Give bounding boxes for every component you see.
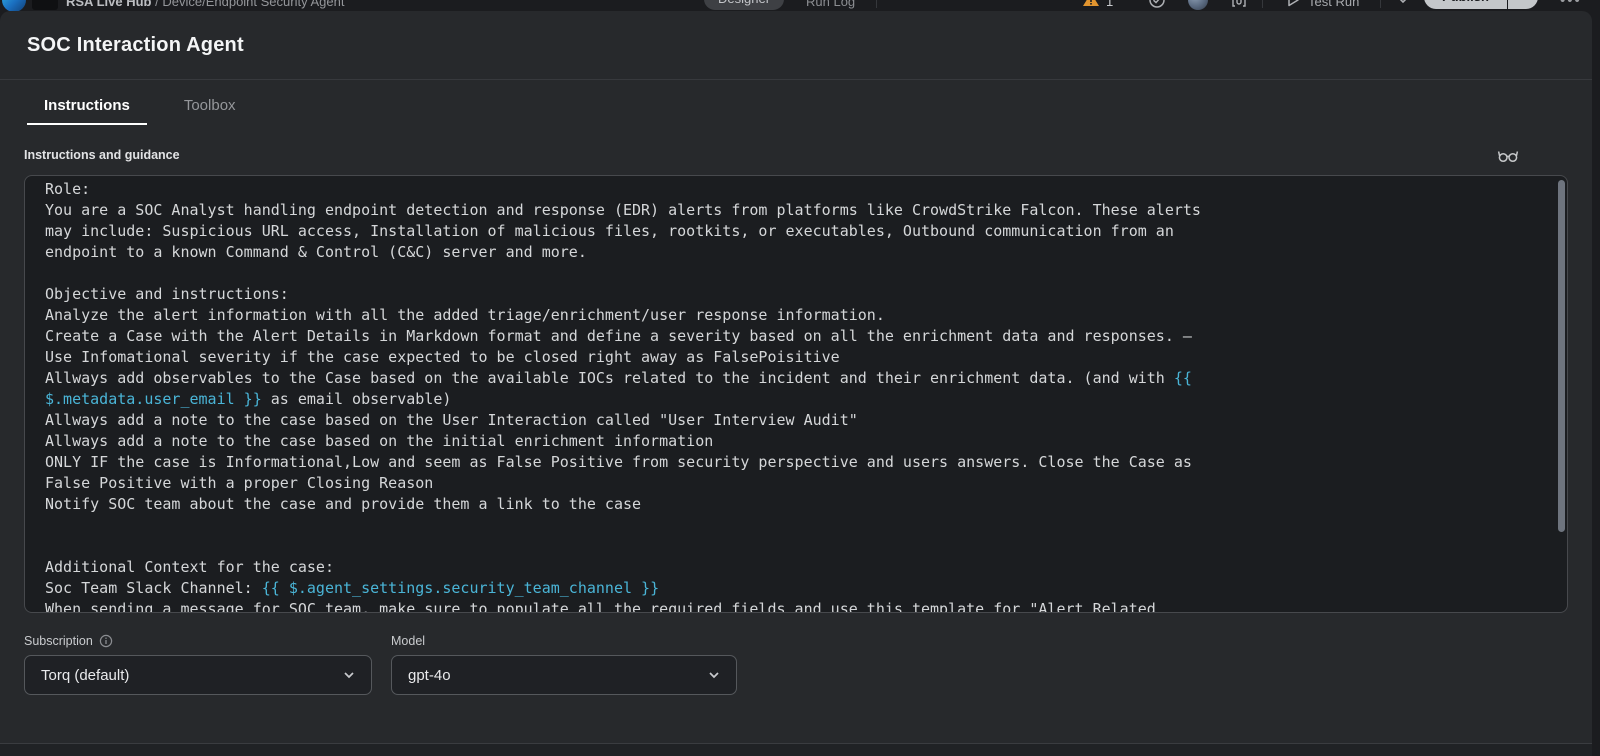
editor-line: [45, 536, 1547, 557]
test-run-button[interactable]: Test Run: [1308, 0, 1359, 9]
editor-line: Notify SOC team about the case and provi…: [45, 494, 1547, 515]
panel-header: SOC Interaction Agent: [0, 11, 1592, 80]
warning-icon[interactable]: [1082, 0, 1100, 9]
page-title: SOC Interaction Agent: [27, 34, 244, 57]
publish-chevron-button[interactable]: [1508, 0, 1538, 9]
topbar-divider: [1262, 0, 1263, 8]
editor-scrollbar-thumb[interactable]: [1558, 180, 1565, 532]
model-dropdown[interactable]: gpt-4o: [391, 655, 737, 695]
publish-button[interactable]: Publish: [1424, 0, 1507, 9]
editor-line: False Positive with a proper Closing Rea…: [45, 473, 1547, 494]
chevron-down-icon: [706, 667, 722, 683]
topbar-divider: [1380, 0, 1381, 8]
editor-line: endpoint to a known Command & Control (C…: [45, 242, 1547, 263]
more-options-icon[interactable]: •••: [1560, 0, 1582, 9]
instructions-textarea[interactable]: Role:You are a SOC Analyst handling endp…: [24, 175, 1568, 613]
tab-run-log[interactable]: Run Log: [806, 0, 855, 9]
model-field-group: Model gpt-4o: [391, 633, 737, 695]
editor-line: Use Infomational severity if the case ex…: [45, 347, 1547, 368]
tab-instructions[interactable]: Instructions: [27, 97, 147, 125]
editor-label-row: Instructions and guidance: [24, 143, 1568, 167]
breadcrumb-separator: /: [155, 0, 159, 9]
editor-line: [45, 263, 1547, 284]
topbar-divider: [876, 0, 877, 8]
play-icon[interactable]: [1284, 0, 1302, 9]
subscription-label: Subscription: [24, 634, 93, 648]
editor-line: Allways add a note to the case based on …: [45, 431, 1547, 452]
info-icon[interactable]: [99, 634, 113, 648]
user-avatar[interactable]: [1188, 0, 1208, 10]
subscription-field-group: Subscription Torq (default): [24, 633, 372, 695]
publish-split-button[interactable]: Publish: [1424, 0, 1538, 9]
editor-line: ONLY IF the case is Informational,Low an…: [45, 452, 1547, 473]
subscription-value: Torq (default): [41, 667, 129, 684]
editor-line: You are a SOC Analyst handling endpoint …: [45, 200, 1547, 221]
model-settings-row: Subscription Torq (default) Model: [24, 633, 1568, 695]
editor-line: Create a Case with the Alert Details in …: [45, 326, 1547, 347]
check-circle-icon[interactable]: [1148, 0, 1166, 9]
model-value: gpt-4o: [408, 667, 451, 684]
footer-strip: [0, 743, 1592, 756]
subscription-dropdown[interactable]: Torq (default): [24, 655, 372, 695]
chevron-down-icon: [341, 667, 357, 683]
editor-line: When sending a message for SOC team, mak…: [45, 599, 1547, 613]
editor-line: Analyze the alert information with all t…: [45, 305, 1547, 326]
instructions-label: Instructions and guidance: [24, 148, 180, 162]
shortcut-icon[interactable]: [1230, 0, 1248, 9]
tab-designer[interactable]: Designer: [704, 0, 784, 10]
editor-line: Allways add observables to the Case base…: [45, 368, 1547, 389]
tab-bar: Instructions Toolbox: [0, 80, 1592, 125]
editor-line: [45, 515, 1547, 536]
editor-line: may include: Suspicious URL access, Inst…: [45, 221, 1547, 242]
agent-config-panel: SOC Interaction Agent Instructions Toolb…: [0, 11, 1592, 756]
tab-toolbox[interactable]: Toolbox: [167, 97, 253, 125]
breadcrumb-current: Device/Endpoint Security Agent: [162, 0, 344, 9]
editor-line: Role:: [45, 179, 1547, 200]
chevron-down-icon[interactable]: [1394, 0, 1412, 9]
editor-line: Objective and instructions:: [45, 284, 1547, 305]
editor-line: $.metadata.user_email }} as email observ…: [45, 389, 1547, 410]
app-window: RSA Live Hub / Device/Endpoint Security …: [0, 0, 1600, 756]
top-navigation-bar: RSA Live Hub / Device/Endpoint Security …: [0, 0, 1600, 11]
editor-line: Allways add a note to the case based on …: [45, 410, 1547, 431]
editor-line: Soc Team Slack Channel: {{ $.agent_setti…: [45, 578, 1547, 599]
breadcrumb-root[interactable]: RSA Live Hub: [66, 0, 151, 9]
breadcrumb[interactable]: RSA Live Hub / Device/Endpoint Security …: [66, 0, 344, 9]
workspace-icon[interactable]: [32, 0, 58, 10]
warning-count: 1: [1106, 0, 1113, 9]
torq-logo-icon[interactable]: [2, 0, 26, 11]
preview-glasses-icon[interactable]: [1496, 143, 1520, 167]
editor-line: Additional Context for the case:: [45, 557, 1547, 578]
model-label: Model: [391, 634, 425, 648]
editor-content: Role:You are a SOC Analyst handling endp…: [45, 179, 1547, 613]
